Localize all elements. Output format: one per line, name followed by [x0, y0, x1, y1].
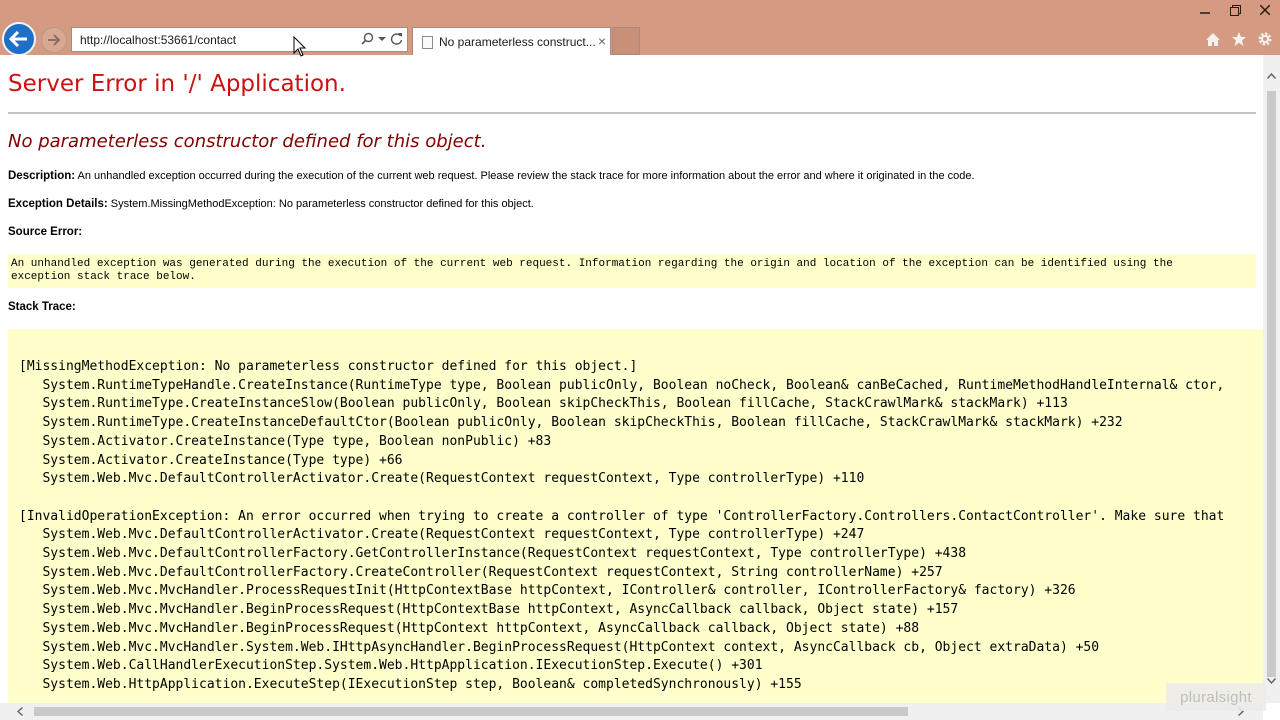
source-error-line: An unhandled exception was generated dur… — [11, 258, 1173, 270]
tab-active[interactable]: No parameterless construct... × — [412, 27, 611, 55]
stack-trace-line: [InvalidOperationException: An error occ… — [19, 508, 1225, 524]
stack-trace-line: System.Web.Mvc.MvcHandler.System.Web.IHt… — [19, 639, 1100, 655]
exception-text: System.MissingMethodException: No parame… — [110, 198, 534, 210]
stack-trace-label: Stack Trace: — [8, 301, 76, 313]
scroll-left-icon[interactable] — [16, 706, 23, 719]
stack-trace-line: System.Web.Mvc.DefaultControllerActivato… — [19, 471, 865, 487]
back-arrow-icon — [9, 31, 27, 47]
address-bar[interactable]: http://localhost:53661/contact — [71, 27, 408, 52]
pluralsight-watermark: pluralsight — [1166, 683, 1266, 711]
source-error-row: Source Error: — [8, 226, 82, 238]
restore-icon[interactable] — [1220, 0, 1250, 20]
settings-gear-icon[interactable] — [1256, 30, 1274, 48]
stack-trace-line: System.RuntimeType.CreateInstanceSlow(Bo… — [19, 396, 1068, 412]
mouse-cursor-icon — [293, 36, 307, 57]
source-error-label: Source Error: — [8, 226, 83, 238]
page-content: Server Error in '/' Application. No para… — [0, 55, 1263, 703]
stack-trace-spacer — [19, 489, 1263, 508]
stack-trace-row: Stack Trace: — [8, 301, 76, 313]
stack-trace-box: [MissingMethodException: No parameterles… — [8, 329, 1263, 703]
forward-button[interactable] — [41, 27, 67, 53]
home-icon[interactable] — [1204, 30, 1222, 48]
vertical-scroll-thumb[interactable] — [1267, 91, 1276, 677]
favorites-star-icon[interactable] — [1230, 30, 1248, 48]
tab-close-icon[interactable]: × — [598, 33, 606, 49]
close-icon[interactable] — [1250, 0, 1280, 20]
watermark-text: pluralsight — [1180, 688, 1252, 706]
dropdown-chevron-icon[interactable] — [378, 36, 386, 42]
address-url[interactable]: http://localhost:53661/contact — [80, 33, 236, 47]
stack-trace-line: System.Web.Mvc.DefaultControllerFactory.… — [19, 564, 943, 580]
page-favicon-icon — [422, 36, 433, 49]
stack-trace-line: System.Web.Mvc.DefaultControllerActivato… — [19, 527, 865, 543]
exception-label: Exception Details: — [8, 198, 108, 210]
stack-trace-line: System.Web.Mvc.MvcHandler.ProcessRequest… — [19, 583, 1076, 599]
scroll-down-icon[interactable] — [1266, 676, 1277, 687]
stack-trace-line: System.Web.HttpApplication.ExecuteStep(I… — [19, 676, 802, 692]
minimize-icon[interactable] — [1190, 0, 1220, 20]
stack-trace-line: System.Activator.CreateInstance(Type typ… — [19, 452, 403, 468]
horizontal-scrollbar[interactable] — [0, 703, 1263, 720]
window-controls — [1190, 0, 1280, 22]
stack-trace-line: System.Web.CallHandlerExecutionStep.Syst… — [19, 658, 763, 674]
browser-toolbar — [1204, 30, 1274, 48]
new-tab-button[interactable] — [612, 27, 640, 55]
stack-trace-line: [MissingMethodException: No parameterles… — [19, 359, 638, 374]
stack-trace-line: System.RuntimeType.CreateInstanceDefault… — [19, 415, 1123, 431]
exception-row: Exception Details: System.MissingMethodE… — [8, 198, 534, 210]
server-error-title: Server Error in '/' Application. — [8, 71, 346, 97]
description-label: Description: — [8, 170, 76, 182]
forward-arrow-icon — [48, 34, 61, 46]
refresh-icon[interactable] — [390, 32, 403, 45]
horizontal-scroll-thumb[interactable] — [34, 707, 908, 716]
tab-title[interactable]: No parameterless construct... — [439, 35, 596, 49]
stack-trace-line: System.Activator.CreateInstance(Type typ… — [19, 433, 552, 449]
description-text: An unhandled exception occurred during t… — [77, 170, 975, 182]
vertical-scrollbar[interactable] — [1263, 55, 1280, 703]
divider — [8, 112, 1256, 114]
error-message: No parameterless constructor defined for… — [8, 131, 487, 152]
source-error-line: exception stack trace below. — [11, 271, 196, 283]
search-icon[interactable] — [361, 32, 374, 45]
browser-chrome: http://localhost:53661/contact No parame… — [0, 0, 1280, 56]
stack-trace-line: System.Web.Mvc.MvcHandler.BeginProcessRe… — [19, 620, 920, 636]
stack-trace-line: System.RuntimeTypeHandle.CreateInstance(… — [19, 377, 1225, 393]
back-button[interactable] — [2, 22, 36, 56]
description-row: Description: An unhandled exception occu… — [8, 170, 975, 182]
source-error-box: An unhandled exception was generated dur… — [8, 254, 1256, 288]
stack-trace-line: System.Web.Mvc.DefaultControllerFactory.… — [19, 546, 967, 562]
scroll-up-icon[interactable] — [1266, 71, 1277, 82]
stack-trace-line: System.Web.Mvc.MvcHandler.BeginProcessRe… — [19, 602, 959, 618]
